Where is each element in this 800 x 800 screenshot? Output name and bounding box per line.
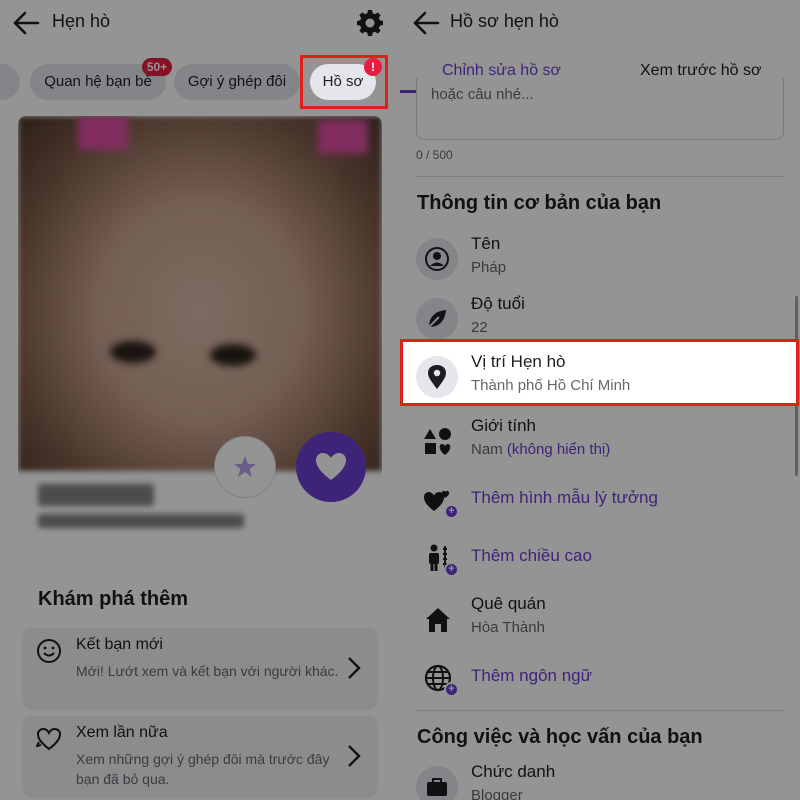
add-language-row[interactable]: + Thêm ngôn ngữ	[416, 652, 784, 708]
like-button[interactable]	[296, 432, 366, 502]
add-ideal-link[interactable]: Thêm hình mẫu lý tưởng	[471, 488, 658, 508]
chip-friends-label: Quan hệ bạn bè	[44, 73, 152, 90]
photo-decoration	[78, 116, 128, 150]
plus-badge: +	[444, 682, 459, 697]
photo-decoration	[318, 120, 368, 154]
match-profile-card[interactable]	[18, 116, 382, 538]
hometown-label: Quê quán	[471, 594, 546, 613]
add-ideal-match-row[interactable]: + Thêm hình mẫu lý tưởng	[416, 474, 784, 530]
page-title: Hẹn hò	[52, 11, 111, 31]
plus-badge: +	[444, 504, 459, 519]
hometown-row[interactable]: Quê quán Hòa Thành	[416, 594, 784, 650]
star-icon	[234, 456, 256, 477]
gender-visibility-note[interactable]: (không hiển thị)	[507, 441, 610, 458]
explore-item-new-friends[interactable]: Kết bạn mới Mới! Lướt xem và kết bạn với…	[22, 628, 378, 710]
chip-partial[interactable]	[0, 64, 20, 100]
hometown-value: Hòa Thành	[471, 619, 545, 636]
profile-photo	[18, 116, 382, 471]
gender-value-text: Nam	[471, 441, 503, 458]
heart-icon	[316, 453, 346, 480]
location-pin-icon	[416, 356, 458, 398]
explore-title: Khám phá thêm	[38, 588, 189, 610]
job-title-row[interactable]: Chức danh Blogger	[416, 762, 784, 800]
bio-textarea[interactable]: hoặc câu nhé...	[416, 78, 784, 140]
explore-item-desc: Mới! Lướt xem và kết bạn với người khác.	[76, 663, 339, 679]
work-title: Công việc và học vấn của bạn	[417, 726, 703, 748]
add-height-link[interactable]: Thêm chiều cao	[471, 546, 592, 566]
shapes-icon	[420, 424, 456, 460]
back-arrow-icon[interactable]	[12, 10, 40, 36]
person-icon	[416, 238, 458, 280]
explore-item-title: Xem lần nữa	[76, 724, 168, 741]
explore-item-desc: Xem những gợi ý ghép đôi mà trước đây bạ…	[76, 751, 330, 787]
basic-info-title: Thông tin cơ bản của bạn	[417, 192, 662, 214]
gender-label: Giới tính	[471, 416, 537, 435]
notification-badge: 50+	[142, 58, 172, 76]
plus-badge: +	[444, 562, 459, 577]
smiley-icon	[37, 639, 61, 663]
super-like-button[interactable]	[214, 436, 276, 498]
location-row-highlighted[interactable]: Vị trí Hẹn hò Thành phố Hồ Chí Minh	[402, 340, 798, 405]
profile-header: Hồ sơ hẹn hò	[400, 0, 800, 46]
chevron-right-icon	[348, 657, 361, 679]
chip-profile-label: Hồ sơ	[322, 73, 364, 90]
job-label: Chức danh	[471, 762, 556, 781]
chip-suggested-matches[interactable]: Gợi ý ghép đôi	[174, 64, 300, 100]
name-row[interactable]: Tên Pháp	[416, 234, 784, 290]
age-value: 22	[471, 319, 488, 336]
age-label: Độ tuổi	[471, 294, 525, 313]
blurred-name	[38, 484, 154, 506]
gear-icon[interactable]	[356, 9, 384, 37]
explore-item-second-look[interactable]: Xem lần nữa Xem những gợi ý ghép đôi mà …	[22, 716, 378, 798]
page-title: Hồ sơ hẹn hò	[450, 11, 559, 31]
divider	[416, 710, 784, 711]
home-icon	[420, 602, 456, 638]
name-value: Pháp	[471, 259, 507, 276]
bio-placeholder: hoặc câu nhé...	[431, 86, 534, 103]
photo-detail	[210, 344, 256, 366]
dating-header: Hẹn hò	[0, 0, 400, 46]
chevron-right-icon	[348, 745, 361, 767]
location-label: Vị trí Hẹn hò	[471, 352, 566, 371]
back-arrow-icon[interactable]	[412, 10, 440, 36]
gender-value: Nam (không hiển thị)	[471, 441, 610, 458]
explore-item-title: Kết bạn mới	[76, 636, 163, 653]
chip-suggested-label: Gợi ý ghép đôi	[187, 73, 287, 90]
add-height-row[interactable]: + Thêm chiều cao	[416, 532, 784, 588]
add-language-link[interactable]: Thêm ngôn ngữ	[471, 666, 592, 686]
alert-badge: !	[364, 58, 382, 76]
gender-row[interactable]: Giới tính Nam (không hiển thị)	[416, 416, 784, 472]
location-row[interactable]: Vị trí Hẹn hò Thành phố Hồ Chí Minh	[416, 352, 784, 408]
location-value: Thành phố Hồ Chí Minh	[471, 377, 631, 394]
blurred-subtitle	[38, 514, 244, 528]
name-label: Tên	[471, 234, 501, 253]
job-value: Blogger	[471, 787, 523, 800]
heart-replay-icon	[36, 727, 62, 751]
dating-profile-pane: Hồ sơ hẹn hò Chỉnh sửa hồ sơ Xem trước h…	[400, 0, 800, 800]
briefcase-icon	[416, 766, 458, 800]
leaf-icon	[416, 298, 458, 340]
dating-home-pane: Hẹn hò Quan hệ bạn bè 50+ Gợi ý ghép đôi…	[0, 0, 400, 800]
char-counter: 0 / 500	[416, 148, 453, 162]
photo-detail	[110, 341, 156, 363]
divider	[416, 176, 784, 177]
